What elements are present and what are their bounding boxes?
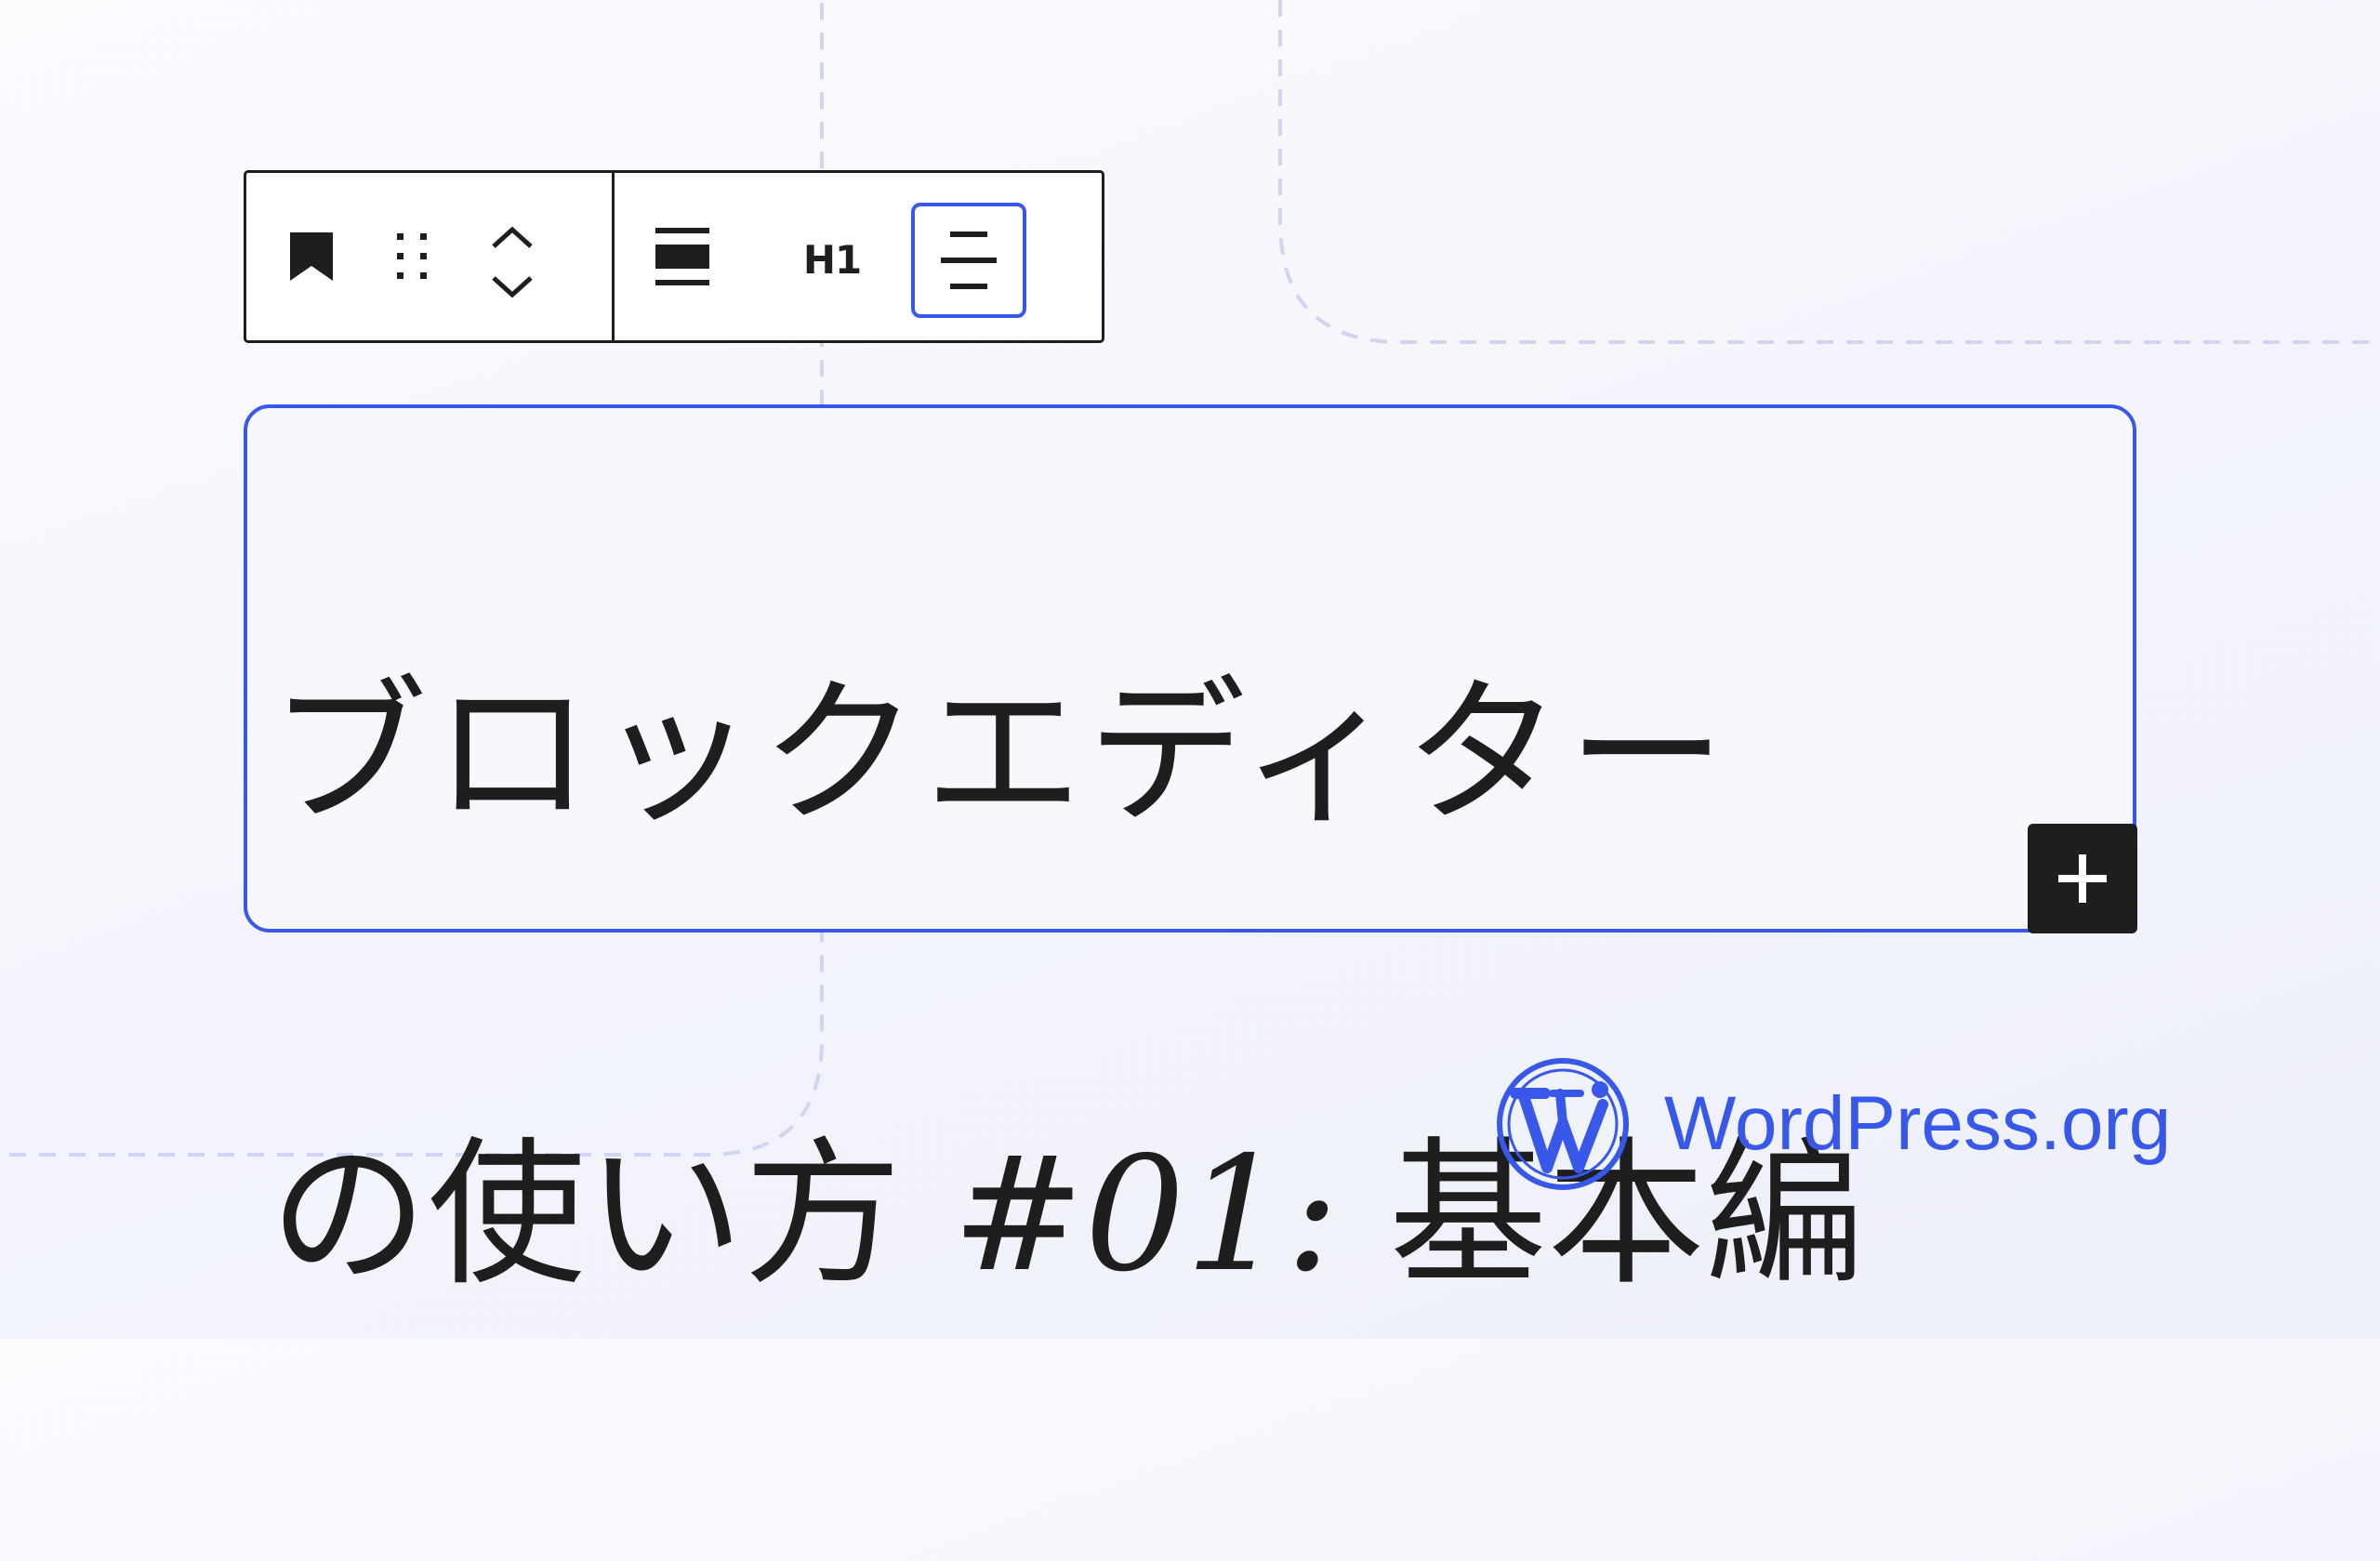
align-button[interactable] bbox=[911, 203, 1026, 318]
episode-number: #01: bbox=[952, 1123, 1340, 1307]
move-down-button[interactable] bbox=[484, 266, 540, 309]
move-up-button[interactable] bbox=[484, 216, 540, 258]
chevron-down-icon bbox=[492, 276, 533, 298]
block-inserter-button[interactable] bbox=[2028, 824, 2137, 933]
heading-block-icon bbox=[655, 228, 709, 285]
plus-icon bbox=[2058, 854, 2107, 903]
wordpress-logo: WordPress.org bbox=[1495, 1056, 2171, 1192]
guide-right bbox=[1278, 0, 2380, 344]
drag-handle-icon bbox=[397, 233, 427, 279]
transform-block-button[interactable] bbox=[652, 225, 713, 290]
heading-line-1: ブロックエディター bbox=[270, 662, 1732, 846]
wordpress-wordmark: WordPress.org bbox=[1664, 1081, 2172, 1166]
heading-line-2-prefix: の使い方 bbox=[270, 1123, 953, 1307]
bookmark-icon bbox=[290, 232, 333, 281]
page-title[interactable]: ブロックエディター の使い方 #01: 基本編 bbox=[270, 408, 2148, 1561]
heading-block[interactable]: ブロックエディター の使い方 #01: 基本編 bbox=[244, 404, 2136, 1307]
block-type-button[interactable] bbox=[284, 229, 339, 284]
block-toolbar: H1 bbox=[244, 170, 1104, 343]
drag-handle-button[interactable] bbox=[384, 229, 440, 284]
heading-level-label: H1 bbox=[802, 236, 862, 283]
align-center-icon bbox=[941, 232, 997, 289]
wordpress-logo-icon bbox=[1497, 1058, 1629, 1190]
chevron-up-icon bbox=[492, 226, 533, 248]
heading-level-button[interactable]: H1 bbox=[795, 229, 869, 290]
